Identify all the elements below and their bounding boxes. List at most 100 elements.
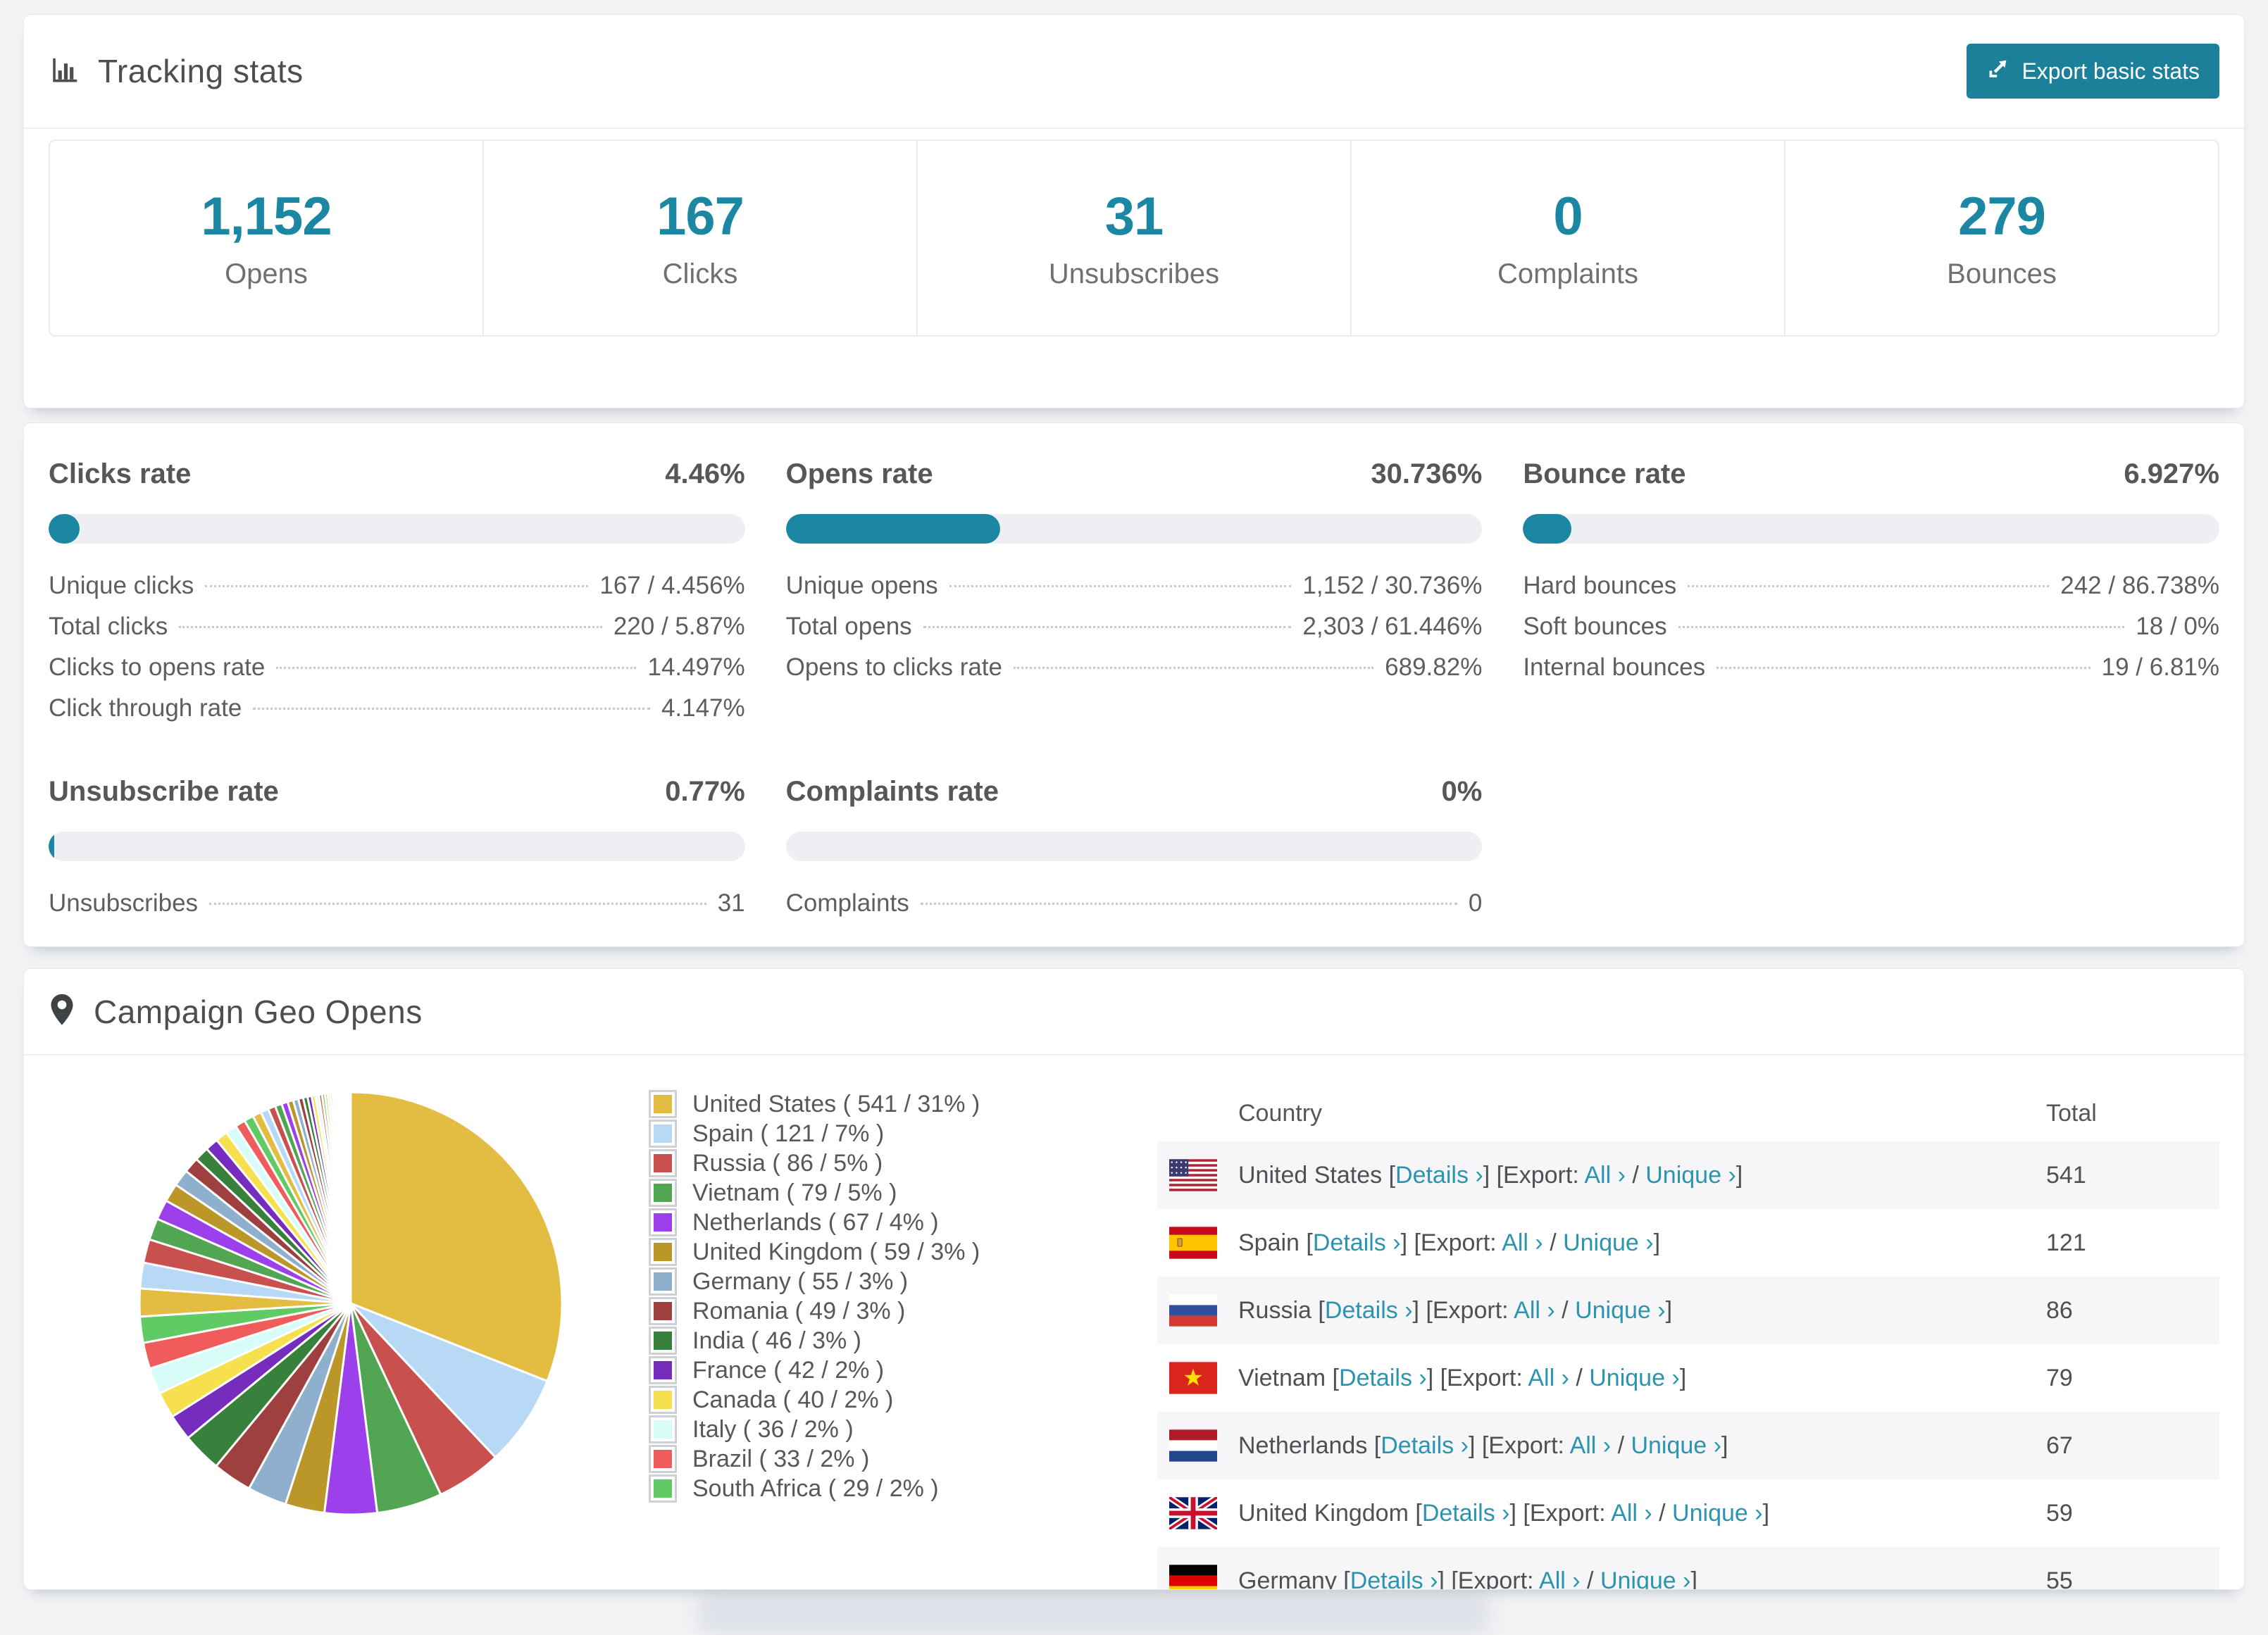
table-row-russia: Russia [Details ›] [Export: All › / Uniq…: [1157, 1277, 2219, 1344]
export-unique-link[interactable]: Unique ›: [1600, 1567, 1691, 1590]
rate-detail-row: Total clicks 220 / 5.87%: [49, 613, 745, 653]
table-row-united-states: United States [Details ›] [Export: All ›…: [1157, 1141, 2219, 1209]
legend-item-south-africa[interactable]: South Africa ( 29 / 2% ): [649, 1474, 1029, 1503]
table-row-vietnam: Vietnam [Details ›] [Export: All › / Uni…: [1157, 1344, 2219, 1412]
export-unique-link[interactable]: Unique ›: [1589, 1365, 1680, 1391]
country-cell: Russia [Details ›] [Export: All › / Uniq…: [1238, 1296, 1673, 1324]
detail-value: 242 / 86.738%: [2060, 572, 2219, 599]
detail-label: Unique clicks: [49, 572, 194, 599]
export-all-link[interactable]: All ›: [1570, 1432, 1612, 1459]
stat-label: Clicks: [662, 258, 738, 289]
detail-value: 167 / 4.456%: [599, 572, 745, 599]
legend-item-netherlands[interactable]: Netherlands ( 67 / 4% ): [649, 1208, 1029, 1237]
rate-title: Clicks rate: [49, 458, 192, 489]
legend-item-italy[interactable]: Italy ( 36 / 2% ): [649, 1415, 1029, 1444]
dotted-leader: [253, 708, 650, 710]
details-link[interactable]: Details ›: [1395, 1162, 1483, 1189]
dotted-leader: [920, 903, 1457, 905]
legend-label: South Africa ( 29 / 2% ): [692, 1474, 939, 1502]
total-cell: 121: [2046, 1229, 2086, 1256]
rate-detail-row: Unique clicks 167 / 4.456%: [49, 572, 745, 613]
stat-cell-bounces: 279 Bounces: [1786, 141, 2218, 335]
legend-swatch: [649, 1474, 677, 1503]
export-all-link[interactable]: All ›: [1611, 1500, 1652, 1527]
export-unique-link[interactable]: Unique ›: [1563, 1229, 1654, 1256]
legend-item-united-states[interactable]: United States ( 541 / 31% ): [649, 1089, 1029, 1119]
details-link[interactable]: Details ›: [1350, 1567, 1438, 1590]
export-unique-link[interactable]: Unique ›: [1575, 1297, 1666, 1324]
legend-item-russia[interactable]: Russia ( 86 / 5% ): [649, 1148, 1029, 1178]
legend-label: France ( 42 / 2% ): [692, 1356, 885, 1384]
nl-flag-icon: [1169, 1429, 1217, 1462]
rate-value: 30.736%: [1371, 458, 1483, 489]
rate-progress-bar: [49, 832, 745, 861]
legend-label: Romania ( 49 / 3% ): [692, 1297, 906, 1324]
rate-title: Complaints rate: [785, 776, 999, 807]
legend-item-india[interactable]: India ( 46 / 3% ): [649, 1326, 1029, 1355]
details-link[interactable]: Details ›: [1422, 1500, 1510, 1527]
legend-swatch: [649, 1445, 677, 1473]
page-title: Tracking stats: [98, 53, 304, 89]
rate-detail-row: Internal bounces 19 / 6.81%: [1523, 653, 2219, 694]
details-link[interactable]: Details ›: [1339, 1365, 1427, 1391]
export-unique-link[interactable]: Unique ›: [1672, 1500, 1763, 1527]
stat-label: Unsubscribes: [1048, 258, 1220, 289]
legend-item-canada[interactable]: Canada ( 40 / 2% ): [649, 1385, 1029, 1415]
us-flag-icon: [1169, 1159, 1217, 1191]
details-link[interactable]: Details ›: [1325, 1297, 1413, 1324]
rate-detail-row: Click through rate 4.147%: [49, 694, 745, 735]
legend-item-brazil[interactable]: Brazil ( 33 / 2% ): [649, 1444, 1029, 1474]
pie-slice-other[interactable]: [349, 1091, 352, 1305]
rate-detail-row: Unsubscribes 31: [49, 889, 745, 930]
detail-label: Unsubscribes: [49, 889, 199, 917]
detail-value: 689.82%: [1385, 653, 1483, 681]
legend-item-germany[interactable]: Germany ( 55 / 3% ): [649, 1267, 1029, 1296]
legend-label: Brazil ( 33 / 2% ): [692, 1445, 870, 1472]
rate-block-opens-rate: Opens rate 30.736% Unique opens 1,152 / 30.…: [785, 458, 1483, 735]
legend-label: Netherlands ( 67 / 4% ): [692, 1208, 939, 1236]
dotted-leader: [1688, 585, 2050, 587]
rate-detail-row: Opens to clicks rate 689.82%: [786, 653, 1483, 694]
legend-item-spain[interactable]: Spain ( 121 / 7% ): [649, 1119, 1029, 1148]
es-flag-icon: [1169, 1227, 1217, 1259]
export-icon: [1986, 56, 2010, 86]
legend-swatch: [649, 1238, 677, 1266]
stat-cell-complaints: 0 Complaints: [1352, 141, 1786, 335]
legend-item-vietnam[interactable]: Vietnam ( 79 / 5% ): [649, 1178, 1029, 1208]
legend-label: United Kingdom ( 59 / 3% ): [692, 1238, 980, 1265]
export-all-link[interactable]: All ›: [1584, 1162, 1626, 1189]
export-unique-link[interactable]: Unique ›: [1645, 1162, 1736, 1189]
total-cell: 86: [2046, 1296, 2073, 1324]
legend-item-united-kingdom[interactable]: United Kingdom ( 59 / 3% ): [649, 1237, 1029, 1267]
rate-title: Opens rate: [785, 458, 933, 489]
export-all-link[interactable]: All ›: [1502, 1229, 1543, 1256]
legend-item-romania[interactable]: Romania ( 49 / 3% ): [649, 1296, 1029, 1326]
legend-swatch: [649, 1415, 677, 1443]
legend-label: Spain ( 121 / 7% ): [692, 1120, 885, 1147]
dotted-leader: [1678, 626, 2125, 628]
stat-cell-clicks: 167 Clicks: [484, 141, 918, 335]
detail-label: Complaints: [785, 889, 909, 917]
map-pin-icon: [49, 993, 75, 1030]
legend-swatch: [649, 1090, 677, 1118]
gb-flag-icon: [1169, 1497, 1217, 1529]
export-all-link[interactable]: All ›: [1514, 1297, 1555, 1324]
details-link[interactable]: Details ›: [1313, 1229, 1401, 1256]
rate-detail-row: Unique opens 1,152 / 30.736%: [786, 572, 1483, 613]
ru-flag-icon: [1169, 1294, 1217, 1327]
geo-table: Country Total United States [Details ›] …: [1157, 1085, 2219, 1590]
pie-legend: United States ( 541 / 31% ) Spain ( 121 /…: [649, 1085, 1029, 1503]
rate-detail-row: Soft bounces 18 / 0%: [1523, 613, 2219, 653]
detail-label: Internal bounces: [1523, 653, 1706, 681]
legend-swatch: [649, 1267, 677, 1296]
legend-item-france[interactable]: France ( 42 / 2% ): [649, 1355, 1029, 1385]
export-unique-link[interactable]: Unique ›: [1631, 1432, 1721, 1459]
export-all-link[interactable]: All ›: [1528, 1365, 1569, 1391]
legend-swatch: [649, 1149, 677, 1177]
details-link[interactable]: Details ›: [1381, 1432, 1469, 1459]
rate-detail-row: Complaints 0: [786, 889, 1483, 930]
rate-title: Bounce rate: [1523, 458, 1686, 489]
dotted-leader: [1014, 667, 1374, 669]
export-basic-stats-button[interactable]: Export basic stats: [1967, 44, 2219, 99]
export-all-link[interactable]: All ›: [1539, 1567, 1581, 1590]
